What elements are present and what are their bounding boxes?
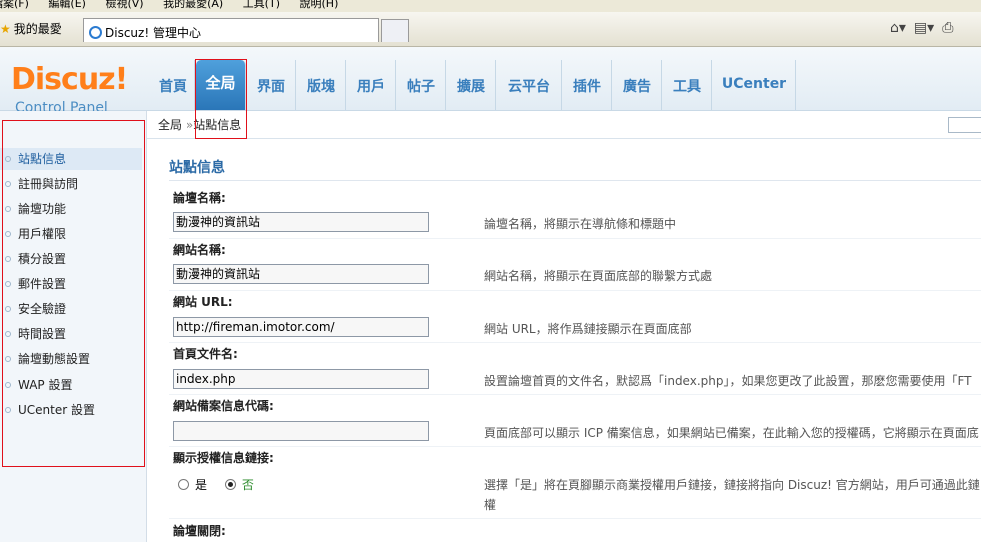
menu-view[interactable]: 檢視(V) <box>105 0 143 9</box>
radio-no-label: 否 <box>241 478 254 492</box>
home-icon[interactable]: ⌂▾ <box>890 20 906 36</box>
forum-name-desc: 論壇名稱，將顯示在導航條和標題中 <box>484 217 677 231</box>
divider <box>147 138 981 139</box>
forum-name-input[interactable]: 動漫神的資訊站 <box>173 212 429 232</box>
divider <box>169 238 981 239</box>
divider <box>169 446 981 447</box>
license-desc-line2: 權 <box>484 498 497 512</box>
nav-ucenter[interactable]: UCenter <box>713 60 796 110</box>
nav-users[interactable]: 用戶 <box>347 60 396 110</box>
menu-help[interactable]: 說明(H) <box>300 0 339 9</box>
license-link-label: 顯示授權信息鏈接: <box>173 451 274 465</box>
nav-home[interactable]: 首頁 <box>152 60 195 110</box>
divider <box>169 394 981 395</box>
annotation-box-sidebar <box>2 120 145 467</box>
browser-tab-active[interactable]: Discuz! 管理中心 <box>83 18 379 42</box>
divider <box>169 342 981 343</box>
menu-favorites[interactable]: 我的最愛(A) <box>163 0 223 9</box>
forum-name-label: 論壇名稱: <box>173 191 226 205</box>
print-icon[interactable]: ⎙ <box>942 20 953 36</box>
tab-title: Discuz! 管理中心 <box>105 26 201 40</box>
menu-tools[interactable]: 工具(T) <box>243 0 280 9</box>
nav-forums[interactable]: 版塊 <box>297 60 346 110</box>
radio-icon <box>178 479 189 490</box>
nav-extend[interactable]: 擴展 <box>447 60 496 110</box>
feed-icon[interactable]: ▤▾ <box>914 20 934 36</box>
index-file-input[interactable]: index.php <box>173 369 429 389</box>
nav-cloud[interactable]: 云平台 <box>497 60 562 110</box>
star-icon: ★ <box>0 22 11 36</box>
site-url-input[interactable]: http://fireman.imotor.com/ <box>173 317 429 337</box>
divider <box>169 518 981 519</box>
new-tab-button[interactable] <box>381 19 409 42</box>
site-url-label: 網站 URL: <box>173 295 233 309</box>
divider <box>169 290 981 291</box>
radio-yes-label: 是 <box>195 478 208 492</box>
index-file-desc: 設置論壇首頁的文件名，默認爲「index.php」，如果您更改了此設置，那麽您需… <box>484 374 972 388</box>
nav-plugins[interactable]: 插件 <box>563 60 612 110</box>
radio-selected-icon <box>224 479 236 490</box>
index-file-label: 首頁文件名: <box>173 347 238 361</box>
icp-input[interactable] <box>173 421 429 441</box>
nav-ads[interactable]: 廣告 <box>613 60 662 110</box>
radio-yes[interactable]: 是 <box>178 478 207 492</box>
nav-posts[interactable]: 帖子 <box>397 60 446 110</box>
site-name-input[interactable]: 動漫神的資訊站 <box>173 264 429 284</box>
forum-close-label: 論壇關閉: <box>173 524 226 538</box>
browser-menu-bar: 檔案(F) 編輯(E) 檢視(V) 我的最愛(A) 工具(T) 說明(H) <box>0 0 981 12</box>
radio-no[interactable]: 否 <box>224 478 254 492</box>
nav-interface[interactable]: 界面 <box>247 60 296 110</box>
nav-tools[interactable]: 工具 <box>663 60 712 110</box>
license-radio-group: 是 否 <box>178 476 254 493</box>
site-name-label: 網站名稱: <box>173 243 226 257</box>
favorites-label: 我的最愛 <box>13 22 62 36</box>
site-url-desc: 網站 URL，將作爲鏈接顯示在頁面底部 <box>484 322 692 336</box>
search-input[interactable] <box>948 117 981 133</box>
menu-file[interactable]: 檔案(F) <box>0 0 29 9</box>
annotation-box-nav <box>195 59 247 139</box>
icp-desc: 頁面底部可以顯示 ICP 備案信息，如果網站已備案，在此輸入您的授權碼，它將顯示… <box>484 426 979 440</box>
site-name-desc: 網站名稱，將顯示在頁面底部的聯繫方式處 <box>484 269 713 283</box>
breadcrumb-parent[interactable]: 全局 <box>158 118 182 132</box>
page-title: 站點信息 <box>169 160 225 176</box>
divider <box>169 180 981 181</box>
browser-tab-bar: ★ 我的最愛 Discuz! 管理中心 ⌂▾ ▤▾ ⎙ <box>0 12 981 47</box>
license-desc-line1: 選擇「是」將在頁腳顯示商業授權用戶鏈接，鏈接將指向 Discuz! 官方網站，用… <box>484 478 980 492</box>
menu-edit[interactable]: 編輯(E) <box>48 0 86 9</box>
favorites-button[interactable]: ★ 我的最愛 <box>0 20 62 37</box>
logo: Discuz! <box>11 62 128 97</box>
icp-label: 網站備案信息代碼: <box>173 399 274 413</box>
ie-icon <box>89 26 102 39</box>
browser-toolbar: ⌂▾ ▤▾ ⎙ <box>890 20 961 36</box>
